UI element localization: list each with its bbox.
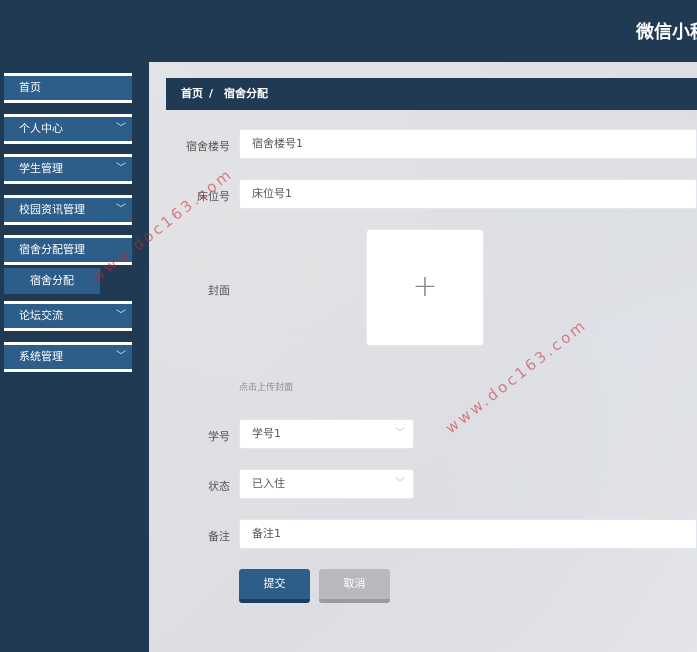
app-title: 微信小程 (636, 22, 697, 43)
bed-input[interactable]: 床位号1 (239, 179, 697, 209)
chevron-down-icon: ﹀ (395, 428, 405, 439)
sidebar-item-label: 学生管理 (19, 162, 63, 175)
breadcrumb: 首页 / 宿舍分配 (166, 78, 697, 110)
student-id-label: 学号 (208, 430, 230, 443)
cover-upload[interactable]: + (366, 229, 484, 346)
cancel-button[interactable]: 取消 (319, 569, 390, 603)
student-id-value: 学号1 (252, 427, 281, 440)
remark-label: 备注 (208, 530, 230, 543)
plus-icon: + (412, 269, 438, 304)
status-value: 已入住 (252, 477, 285, 490)
sidebar-item-label: 个人中心 (19, 122, 63, 135)
sidebar-item-label: 宿舍分配管理 (19, 243, 85, 256)
remark-input[interactable]: 备注1 (239, 519, 697, 549)
status-select[interactable]: 已入住 ﹀ (239, 469, 414, 499)
sidebar-subitem-dorm-assignment[interactable]: 宿舍分配 (4, 268, 100, 294)
breadcrumb-current: 宿舍分配 (224, 87, 268, 100)
breadcrumb-separator: / (209, 87, 214, 100)
status-label: 状态 (208, 480, 230, 493)
sidebar-item-system[interactable]: 系统管理 ﹀ (4, 342, 132, 372)
top-header: 微信小程 (0, 0, 697, 62)
chevron-down-icon: ﹀ (116, 351, 126, 362)
sidebar-item-campus-news[interactable]: 校园资讯管理 ﹀ (4, 195, 132, 225)
building-input[interactable]: 宿舍楼号1 (239, 129, 697, 159)
chevron-down-icon: ﹀ (116, 310, 126, 321)
sidebar-item-label: 系统管理 (19, 350, 63, 363)
submit-button[interactable]: 提交 (239, 569, 310, 603)
chevron-down-icon: ﹀ (116, 163, 126, 174)
cover-hint: 点击上传封面 (239, 383, 294, 393)
building-label: 宿舍楼号 (186, 140, 230, 153)
sidebar-item-label: 论坛交流 (19, 309, 63, 322)
chevron-down-icon: ﹀ (116, 204, 126, 215)
sidebar-item-home[interactable]: 首页 (4, 73, 132, 103)
sidebar-item-label: 首页 (19, 81, 41, 94)
student-id-select[interactable]: 学号1 ﹀ (239, 419, 414, 449)
cover-label: 封面 (208, 284, 230, 297)
chevron-down-icon: ﹀ (116, 123, 126, 134)
sidebar-item-label: 校园资讯管理 (19, 203, 85, 216)
breadcrumb-home[interactable]: 首页 (181, 78, 203, 110)
sidebar-item-personal-center[interactable]: 个人中心 ﹀ (4, 114, 132, 144)
sidebar-item-forum[interactable]: 论坛交流 ﹀ (4, 301, 132, 331)
sidebar-item-student-management[interactable]: 学生管理 ﹀ (4, 154, 132, 184)
chevron-down-icon: ﹀ (395, 478, 405, 489)
